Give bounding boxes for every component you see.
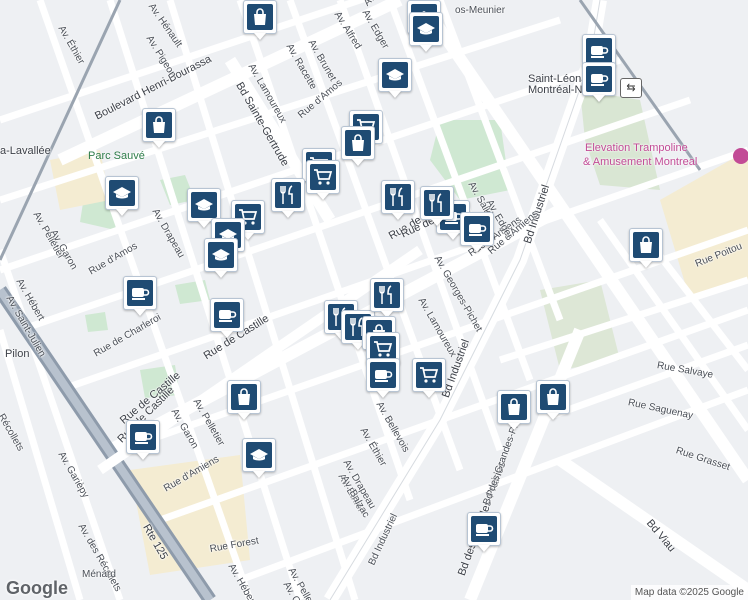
coffee-icon	[370, 362, 396, 388]
street-label: Ménard	[82, 569, 116, 580]
coffee-icon	[214, 302, 240, 328]
map-marker[interactable]	[242, 438, 276, 478]
coffee-icon	[586, 66, 612, 92]
map-marker[interactable]	[204, 238, 238, 278]
map-attribution[interactable]: Map data ©2025 Google	[630, 585, 748, 600]
park-label[interactable]: Parc Sauvé	[88, 150, 145, 162]
map-marker[interactable]	[306, 160, 340, 200]
coffee-icon	[130, 424, 156, 450]
trampoline-label-line2[interactable]: & Amusement Montreal	[583, 156, 697, 169]
map-marker[interactable]	[467, 512, 501, 552]
google-logo: Google	[6, 578, 68, 598]
shopping-bag-icon	[501, 394, 527, 420]
shopping-cart-icon	[310, 164, 336, 190]
map-marker[interactable]	[378, 58, 412, 98]
map-marker[interactable]	[126, 420, 160, 460]
school-icon	[382, 62, 408, 88]
map-marker[interactable]	[412, 358, 446, 398]
map-marker[interactable]	[409, 12, 443, 52]
shopping-bag-icon	[146, 112, 172, 138]
place-label-lavallee: a-Lavallée	[0, 145, 51, 157]
map-marker[interactable]	[536, 380, 570, 420]
school-icon	[413, 16, 439, 42]
map-marker[interactable]	[105, 176, 139, 216]
shopping-bag-icon	[540, 384, 566, 410]
restaurant-icon	[424, 190, 450, 216]
map-marker[interactable]	[210, 298, 244, 338]
trampoline-label-line1[interactable]: Elevation Trampoline	[585, 142, 688, 155]
map-canvas[interactable]: Boulevard Henri-Bourassa Bd Sainte-Gertru…	[0, 0, 748, 600]
map-marker[interactable]	[497, 390, 531, 430]
map-marker[interactable]	[271, 178, 305, 218]
coffee-icon	[471, 516, 497, 542]
shopping-bag-icon	[247, 4, 273, 30]
shopping-bag-icon	[345, 130, 371, 156]
shopping-bag-icon	[231, 384, 257, 410]
place-label-pilon: Pilon	[5, 348, 30, 360]
trampoline-pin-icon[interactable]	[733, 148, 748, 164]
school-icon	[191, 192, 217, 218]
map-marker[interactable]	[370, 278, 404, 318]
map-marker[interactable]	[582, 62, 616, 102]
restaurant-icon	[385, 184, 411, 210]
place-label-meunier: os-Meunier	[455, 5, 506, 16]
coffee-icon	[464, 216, 490, 242]
map-marker[interactable]	[243, 0, 277, 40]
coffee-icon	[127, 280, 153, 306]
school-icon	[109, 180, 135, 206]
map-marker[interactable]	[142, 108, 176, 148]
coffee-icon	[586, 38, 612, 64]
restaurant-icon	[275, 182, 301, 208]
school-icon	[208, 242, 234, 268]
map-marker[interactable]	[366, 358, 400, 398]
map-marker[interactable]	[341, 126, 375, 166]
map-marker[interactable]	[227, 380, 261, 420]
train-station-icon[interactable]: ⇆	[620, 78, 642, 98]
shopping-bag-icon	[633, 232, 659, 258]
map-marker[interactable]	[123, 276, 157, 316]
shopping-cart-icon	[416, 362, 442, 388]
school-icon	[246, 442, 272, 468]
map-marker[interactable]	[629, 228, 663, 268]
restaurant-icon	[374, 282, 400, 308]
map-marker[interactable]	[381, 180, 415, 220]
map-marker[interactable]	[420, 186, 454, 226]
map-marker[interactable]	[460, 212, 494, 252]
